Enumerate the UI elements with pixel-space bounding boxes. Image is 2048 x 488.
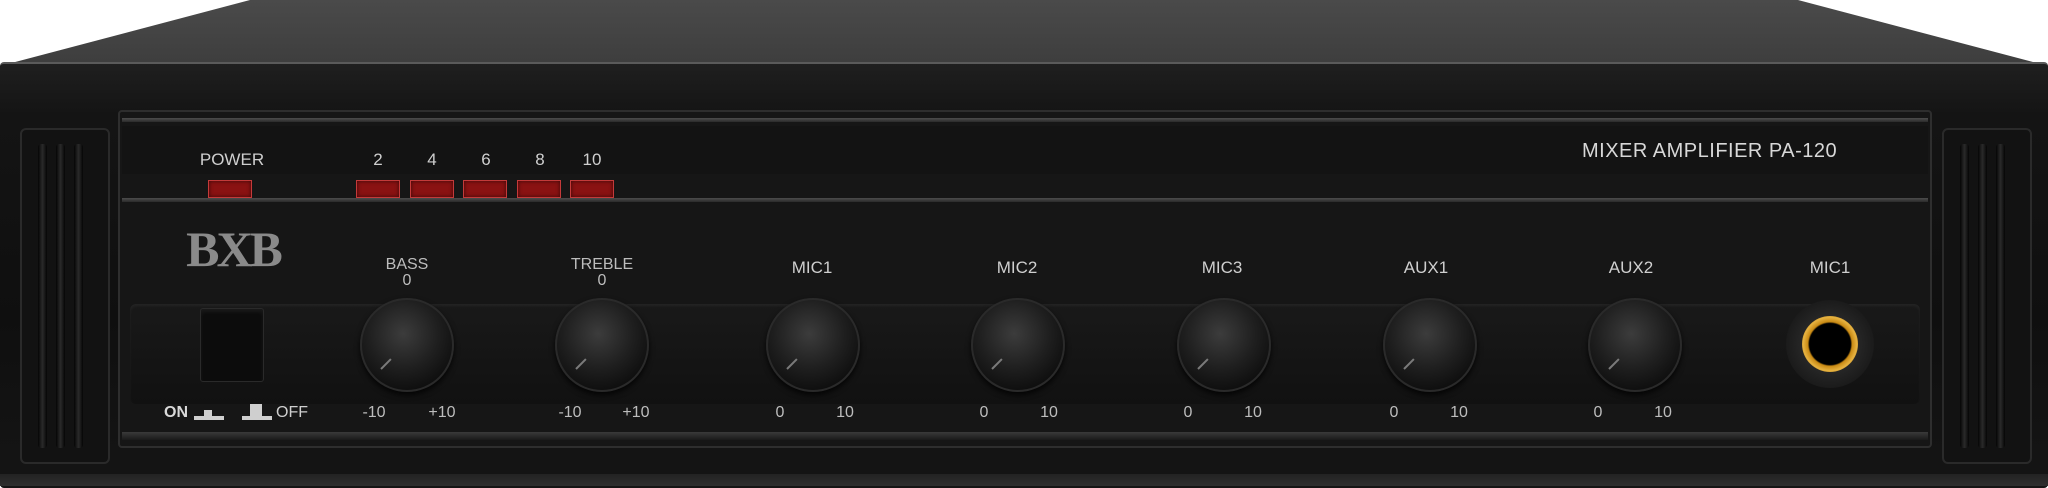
aux1-knob[interactable] [1383, 298, 1477, 392]
treble-min: -10 [558, 404, 582, 421]
mid-rail [122, 198, 1928, 202]
level-led [410, 180, 454, 198]
treble-max: +10 [622, 404, 650, 421]
mic2-label: MIC2 [996, 258, 1038, 277]
level-led [517, 180, 561, 198]
aux2-min: 0 [1593, 404, 1603, 421]
bass-max: +10 [428, 404, 456, 421]
level-led [356, 180, 400, 198]
treble-center-mark: 0 [597, 272, 607, 289]
aux1-max: 10 [1450, 404, 1468, 421]
on-label: ON [164, 404, 188, 421]
power-label: POWER [199, 150, 265, 169]
mic3-min: 0 [1183, 404, 1193, 421]
aux1-label: AUX1 [1403, 258, 1449, 277]
aux1-min: 0 [1389, 404, 1399, 421]
top-rail [122, 118, 1928, 122]
mic-input-label: MIC1 [1809, 258, 1851, 277]
power-led [208, 180, 252, 198]
mic2-min: 0 [979, 404, 989, 421]
right-rack-handle [1942, 128, 2032, 464]
aux2-label: AUX2 [1608, 258, 1654, 277]
bass-min: -10 [362, 404, 386, 421]
power-switch[interactable] [200, 308, 264, 382]
aux2-knob[interactable] [1588, 298, 1682, 392]
treble-knob[interactable] [555, 298, 649, 392]
level-led [570, 180, 614, 198]
aux2-max: 10 [1654, 404, 1672, 421]
model-title: MIXER AMPLIFIER PA-120 [1582, 140, 1838, 162]
bass-knob[interactable] [360, 298, 454, 392]
mic-input-jack[interactable] [1802, 316, 1858, 372]
level-label: 2 [373, 150, 383, 169]
level-label: 6 [481, 150, 491, 169]
mic1-label: MIC1 [791, 258, 833, 277]
mic1-knob[interactable] [766, 298, 860, 392]
level-label: 10 [582, 150, 602, 169]
mic3-knob[interactable] [1177, 298, 1271, 392]
mic1-max: 10 [836, 404, 854, 421]
mic3-label: MIC3 [1201, 258, 1243, 277]
bottom-rail [122, 432, 1928, 440]
mic3-max: 10 [1244, 404, 1262, 421]
left-rack-handle [20, 128, 110, 464]
mic1-min: 0 [775, 404, 785, 421]
level-label: 8 [535, 150, 545, 169]
level-led [463, 180, 507, 198]
chassis-bottom-edge [0, 474, 2048, 486]
mic2-max: 10 [1040, 404, 1058, 421]
svg-text:BXB: BXB [186, 226, 281, 272]
level-label: 4 [427, 150, 437, 169]
bass-center-mark: 0 [402, 272, 412, 289]
mic2-knob[interactable] [971, 298, 1065, 392]
off-label: OFF [276, 404, 308, 421]
brand-logo: BXB [186, 226, 284, 272]
